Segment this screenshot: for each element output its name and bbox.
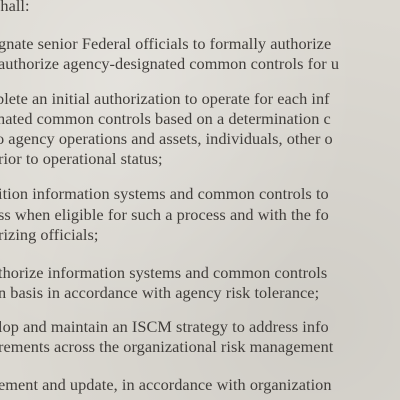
text-line: o agency operations and assets, individu…	[0, 129, 333, 148]
text-line: plete an initial authorization to operat…	[0, 89, 330, 108]
text-line: gnate senior Federal officials to formal…	[0, 34, 332, 53]
scanned-page: shall: gnate senior Federal officials to…	[0, 0, 400, 400]
text-line: authorize agency-designated common contr…	[0, 54, 340, 73]
text-line: nated common controls based on a determi…	[0, 109, 331, 128]
text-line: ss when eligible for such a process and …	[0, 205, 329, 224]
text-line: ition information systems and common con…	[0, 184, 329, 203]
text-line: n basis in accordance with agency risk t…	[0, 283, 320, 302]
text-line: lop and maintain an ISCM strategy to add…	[0, 317, 329, 336]
text-line: shall:	[0, 0, 30, 15]
text-line: rior to operational status;	[0, 149, 163, 168]
text-line: rizing officials;	[0, 225, 99, 244]
text-line: thorize information systems and common c…	[0, 263, 328, 282]
text-line: rements across the organizational risk m…	[0, 337, 334, 356]
text-line: ement and update, in accordance with org…	[0, 375, 332, 394]
